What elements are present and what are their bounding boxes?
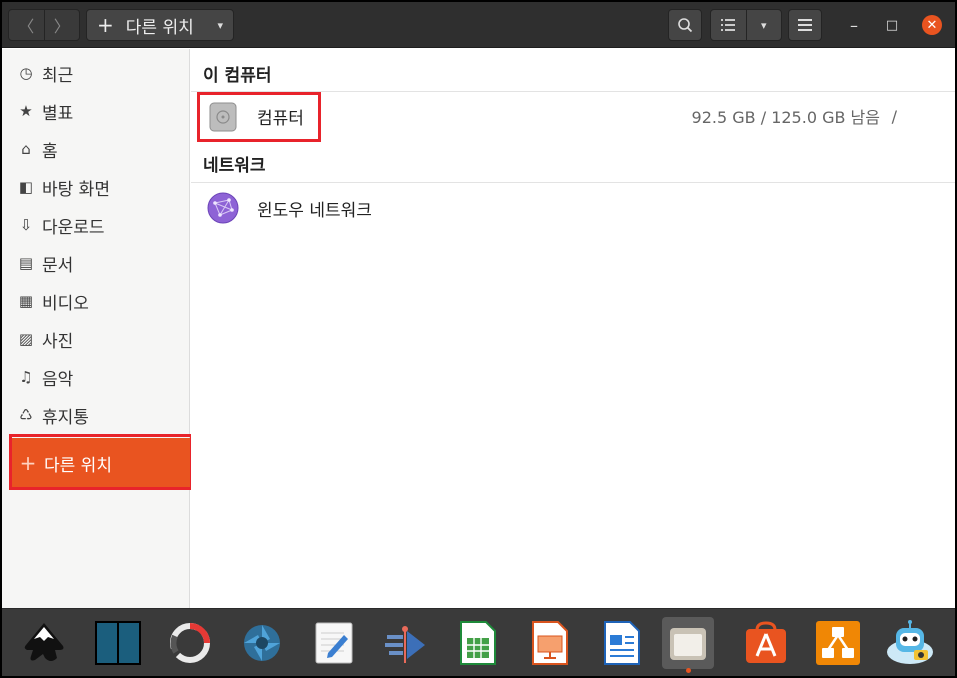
sidebar-item-recent[interactable]: ◷ 최근 [2,57,190,89]
dock-app-diagram[interactable] [812,617,864,669]
minimize-button[interactable]: – [844,15,864,35]
dock-app-shutter[interactable] [236,617,288,669]
impress-presentation-icon [532,621,568,665]
dock-app-robot[interactable] [884,617,936,669]
back-button[interactable]: 〈 [9,10,44,40]
list-view-icon [721,19,736,31]
dock-app-impress[interactable] [524,617,576,669]
search-button[interactable] [668,9,702,41]
close-button[interactable]: ✕ [922,15,942,35]
sidebar-item-documents[interactable]: ▤ 문서 [2,247,190,279]
mount-point: / [891,106,897,126]
view-button-group: ▾ [710,9,782,41]
dock-app-navigation[interactable] [380,617,432,669]
list-view-button[interactable] [711,10,746,40]
plus-icon: + [97,13,114,37]
sidebar-item-label: 최근 [42,65,74,86]
sidebar-item-starred[interactable]: ★ 별표 [2,95,190,127]
dock-app-bookshelf[interactable] [92,617,144,669]
sidebar-item-label: 별표 [42,103,74,124]
chevron-left-icon: 〈 [18,17,35,36]
nav-arrow-icon [385,626,425,663]
picture-icon: ▨ [18,330,34,348]
sidebar-item-music[interactable]: ♫ 음악 [2,361,190,393]
sidebar-item-downloads[interactable]: ⇩ 다운로드 [2,209,190,241]
home-icon: ⌂ [21,140,31,158]
dock-app-calc[interactable] [452,617,504,669]
menu-button[interactable] [788,9,822,41]
location-row-windows-network[interactable]: 윈도우 네트워크 [191,185,955,231]
desktop-icon: ◧ [18,178,34,196]
minimize-icon: – [850,15,858,35]
sidebar-item-label: 홈 [42,141,58,162]
location-path-button[interactable]: + 다른 위치 ▾ [86,9,234,41]
dock-app-software[interactable] [740,617,792,669]
dock [2,608,955,676]
document-icon: ▤ [18,254,34,272]
section-heading-network: 네트워크 [203,156,266,176]
sidebar-item-label: 다운로드 [42,217,105,238]
path-label: 다른 위치 [125,17,194,38]
loader-icon [170,623,210,663]
shutter-icon [244,625,280,661]
robot-app-icon [887,620,933,664]
storage-usage: 92.5 GB / 125.0 GB 남음 [691,108,880,127]
dock-app-inkscape[interactable] [18,617,70,669]
software-store-icon [746,621,786,663]
running-indicator [686,668,691,673]
highlight-box-computer [197,92,321,142]
sidebar-item-home[interactable]: ⌂ 홈 [2,133,190,165]
chevron-right-icon: 〉 [53,17,70,36]
files-window: 〈 〉 + 다른 위치 ▾ ▾ – □ ✕ ◷ 최근 ★ 별표 ⌂ 홈 ◧ 바탕… [2,2,955,676]
dock-app-loader[interactable] [164,617,216,669]
sidebar-item-label: 사진 [42,331,74,352]
dock-app-files[interactable] [662,617,714,673]
header-bar: 〈 〉 + 다른 위치 ▾ ▾ – □ ✕ [2,2,955,48]
sidebar-item-label: 비디오 [42,293,89,314]
section-heading-this-computer: 이 컴퓨터 [203,66,272,86]
music-icon: ♫ [19,368,33,386]
view-options-button[interactable]: ▾ [745,10,782,40]
search-icon [678,18,693,33]
bookshelf-icon [95,621,141,665]
download-icon: ⇩ [19,216,33,234]
forward-button[interactable]: 〉 [43,10,80,40]
inkscape-icon [24,623,64,661]
dock-app-text-editor[interactable] [308,617,360,669]
clock-icon: ◷ [19,64,33,82]
text-editor-icon [315,622,353,664]
dock-app-writer[interactable] [596,617,648,669]
sidebar: ◷ 최근 ★ 별표 ⌂ 홈 ◧ 바탕 화면 ⇩ 다운로드 ▤ 문서 ▦ 비디오 … [2,49,193,608]
location-label: 윈도우 네트워크 [257,200,372,221]
sidebar-item-label: 문서 [42,255,74,276]
diagram-icon [816,621,860,665]
maximize-button[interactable]: □ [882,15,902,35]
files-icon [670,628,706,660]
star-icon: ★ [19,102,33,120]
trash-icon: ♺ [19,406,33,424]
hamburger-menu-icon [798,19,812,31]
writer-document-icon [604,621,640,665]
network-globe-icon [207,192,239,224]
sidebar-item-desktop[interactable]: ◧ 바탕 화면 [2,171,190,203]
calc-spreadsheet-icon [460,621,496,665]
video-icon: ▦ [18,292,34,310]
highlight-box-other-locations [9,434,193,490]
divider [191,182,955,183]
close-icon: ✕ [926,17,938,33]
chevron-down-icon: ▾ [760,18,767,32]
sidebar-item-pictures[interactable]: ▨ 사진 [2,323,190,355]
sidebar-item-trash[interactable]: ♺ 휴지통 [2,399,190,431]
nav-button-group: 〈 〉 [8,9,80,41]
sidebar-item-label: 바탕 화면 [42,179,110,200]
chevron-down-icon: ▾ [217,18,223,32]
sidebar-item-label: 휴지통 [42,407,89,428]
sidebar-item-label: 음악 [42,369,74,390]
main-content: 이 컴퓨터 컴퓨터 92.5 GB / 125.0 GB 남음 / 네트워크 윈… [191,49,955,608]
sidebar-item-videos[interactable]: ▦ 비디오 [2,285,190,317]
maximize-icon: □ [885,17,899,33]
